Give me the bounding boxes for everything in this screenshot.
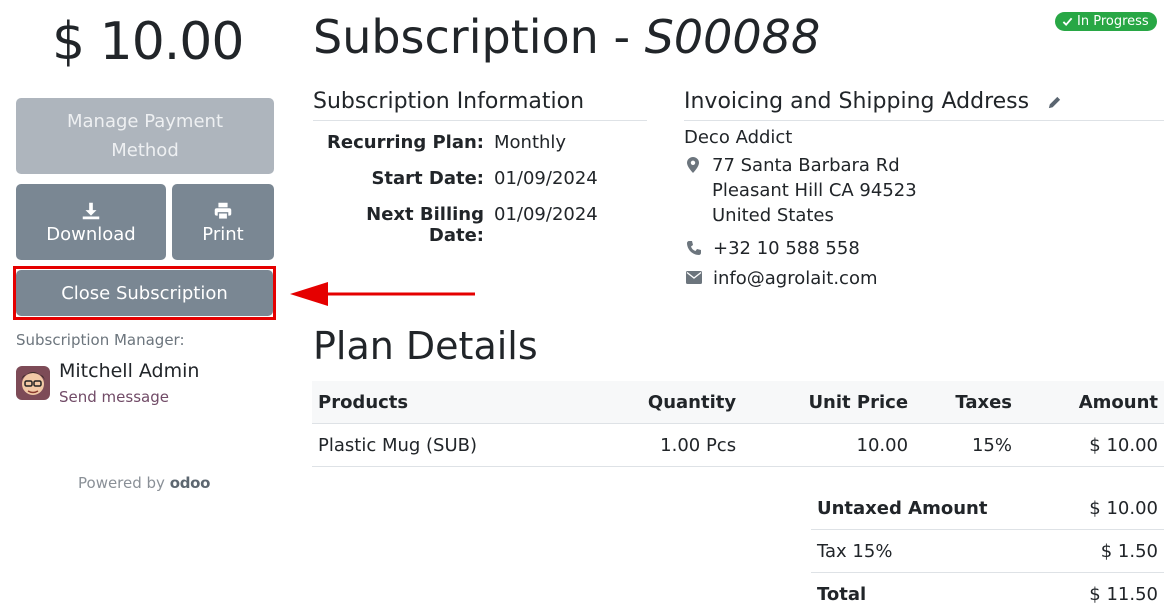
close-subscription-button[interactable]: Close Subscription [16,270,273,316]
pointer-arrow-icon [290,282,475,306]
close-subscription-label: Close Subscription [61,283,228,304]
envelope-icon [686,271,702,284]
subscription-manager-label: Subscription Manager: [16,331,185,349]
tax-label: Tax 15% [811,530,1056,573]
recurring-plan-label: Recurring Plan: [312,132,484,153]
divider [313,120,647,121]
unit-price-cell: 10.00 [742,424,914,467]
next-billing-date-label: Next Billing Date: [312,204,484,246]
column-header: Unit Price [742,381,914,424]
start-date-value: 01/09/2024 [494,168,598,189]
pencil-icon[interactable] [1047,95,1062,110]
download-button[interactable]: Download [16,184,166,260]
print-label: Print [202,224,243,245]
send-message-link[interactable]: Send message [59,388,169,406]
amount-cell: $ 10.00 [1018,424,1164,467]
untaxed-amount-row: Untaxed Amount $ 10.00 [811,487,1164,530]
email-address: info@agrolait.com [713,266,878,291]
next-billing-date-value: 01/09/2024 [494,204,598,225]
table-row: Plastic Mug (SUB) 1.00 Pcs 10.00 15% $ 1… [312,424,1164,467]
download-label: Download [46,224,135,245]
table-header-row: Products Quantity Unit Price Taxes Amoun… [312,381,1164,424]
check-icon [1062,16,1073,27]
subscription-info-title: Subscription Information [313,89,584,114]
plan-table: Products Quantity Unit Price Taxes Amoun… [312,381,1164,467]
divider [684,120,1164,121]
printer-icon [212,200,234,222]
status-badge: In Progress [1055,12,1157,31]
column-header: Taxes [914,381,1018,424]
total-row: Total $ 11.50 [811,573,1164,615]
status-label: In Progress [1077,14,1149,29]
phone-icon [686,240,702,256]
total-value: $ 11.50 [1056,573,1164,615]
tax-row: Tax 15% $ 1.50 [811,530,1164,573]
map-marker-icon [687,157,699,173]
plan-details-title: Plan Details [313,324,538,368]
start-date-label: Start Date: [312,168,484,189]
column-header: Amount [1018,381,1164,424]
address-city: Pleasant Hill CA 94523 [712,178,917,203]
odoo-logo[interactable]: odoo [170,474,210,492]
address-street: 77 Santa Barbara Rd [712,153,900,178]
print-button[interactable]: Print [172,184,274,260]
address-country: United States [712,203,834,228]
page-title: Subscription - S00088 [313,10,820,64]
untaxed-amount-value: $ 10.00 [1056,487,1164,530]
powered-by: Powered by odoo [78,474,210,492]
quantity-cell: 1.00 Pcs [642,424,742,467]
avatar [16,366,50,400]
totals-table: Untaxed Amount $ 10.00 Tax 15% $ 1.50 To… [811,487,1164,615]
taxes-cell: 15% [914,424,1018,467]
company-name: Deco Addict [684,125,792,150]
untaxed-amount-label: Untaxed Amount [811,487,1056,530]
subscription-reference: S00088 [645,10,821,64]
powered-by-text: Powered by [78,474,165,492]
product-cell: Plastic Mug (SUB) [312,424,642,467]
phone-number: +32 10 588 558 [713,236,860,261]
column-header: Quantity [642,381,742,424]
column-header: Products [312,381,642,424]
tax-value: $ 1.50 [1056,530,1164,573]
address-title: Invoicing and Shipping Address [684,89,1029,114]
download-icon [80,200,102,222]
manage-payment-method-label: Manage Payment Method [60,107,230,165]
total-label: Total [811,573,1056,615]
title-prefix: Subscription - [313,10,645,64]
manage-payment-method-button[interactable]: Manage Payment Method [16,98,274,174]
manager-name: Mitchell Admin [59,360,199,382]
subscription-price: $ 10.00 [52,12,243,72]
recurring-plan-value: Monthly [494,132,566,153]
